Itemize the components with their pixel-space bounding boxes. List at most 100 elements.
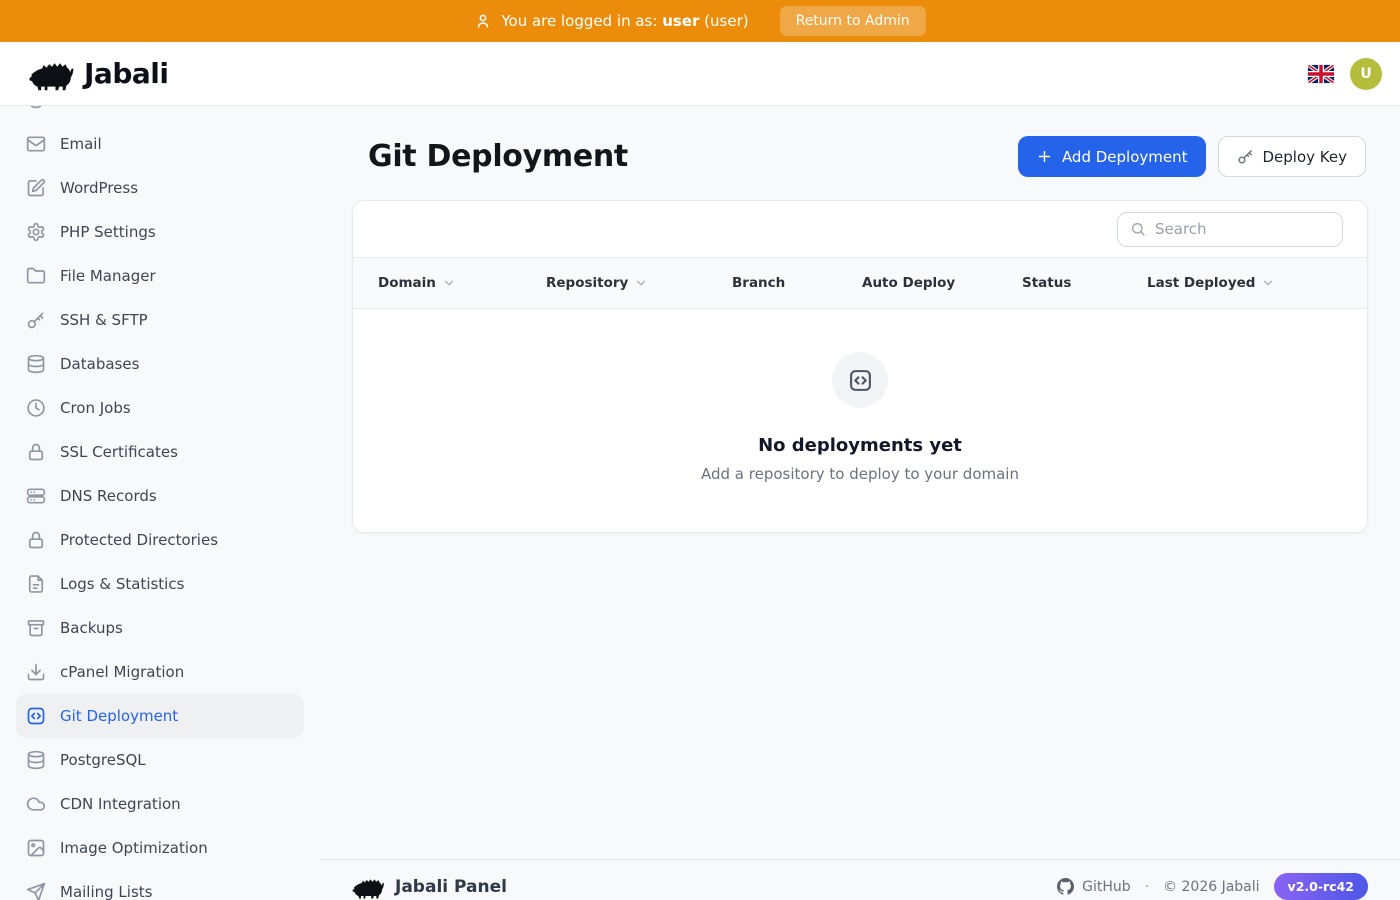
language-flag-uk-icon[interactable] — [1308, 65, 1334, 83]
return-to-admin-button[interactable]: Return to Admin — [780, 6, 926, 36]
search-icon — [1130, 221, 1146, 237]
image-icon — [26, 838, 46, 858]
server-icon — [26, 486, 46, 506]
sidebar-item-mailing-lists[interactable]: Mailing Lists — [16, 870, 304, 900]
login-role: (user) — [704, 12, 748, 30]
login-message: You are logged in as: user (user) — [501, 12, 748, 30]
chevron-down-icon — [442, 276, 456, 290]
sidebar-item-protected-directories[interactable]: Protected Directories — [16, 518, 304, 562]
brand-name: Jabali — [84, 57, 168, 90]
github-icon — [1057, 878, 1074, 895]
impersonation-banner: You are logged in as: user (user) Return… — [0, 0, 1400, 42]
sidebar-item-git-deployment[interactable]: Git Deployment — [16, 694, 304, 738]
sidebar-item-label: CDN Integration — [60, 795, 181, 813]
sidebar-item-databases[interactable]: Databases — [16, 342, 304, 386]
sidebar-item-label: Backups — [60, 619, 123, 637]
key-icon — [1237, 148, 1254, 165]
column-label: Repository — [546, 275, 628, 291]
clock-icon — [26, 398, 46, 418]
sidebar-item-image-optimization[interactable]: Image Optimization — [16, 826, 304, 870]
search-input[interactable] — [1155, 220, 1330, 238]
sidebar-item-cdn-integration[interactable]: CDN Integration — [16, 782, 304, 826]
key-icon — [26, 310, 46, 330]
column-label: Domain — [378, 275, 436, 291]
sidebar-item-email[interactable]: Email — [16, 122, 304, 166]
sidebar-item-cron-jobs[interactable]: Cron Jobs — [16, 386, 304, 430]
sidebar-item-hidden[interactable] — [16, 106, 304, 122]
footer-brand: Jabali Panel — [352, 874, 507, 900]
page-title: Git Deployment — [368, 139, 628, 174]
brand-logo[interactable]: Jabali — [28, 56, 168, 92]
file-text-icon — [26, 574, 46, 594]
sidebar-item-php-settings[interactable]: PHP Settings — [16, 210, 304, 254]
sidebar-item-ssh-sftp[interactable]: SSH & SFTP — [16, 298, 304, 342]
sidebar-item-label: File Manager — [60, 267, 156, 285]
sidebar-item-label: Git Deployment — [60, 707, 178, 725]
sidebar-item-cpanel-migration[interactable]: cPanel Migration — [16, 650, 304, 694]
sidebar-item-label: WordPress — [60, 179, 138, 197]
version-badge: v2.0-rc42 — [1274, 873, 1368, 900]
sidebar-item-file-manager[interactable]: File Manager — [16, 254, 304, 298]
sidebar-item-postgresql[interactable]: PostgreSQL — [16, 738, 304, 782]
folder-icon — [26, 266, 46, 286]
empty-state-subtitle: Add a repository to deploy to your domai… — [701, 465, 1019, 483]
lock-icon — [26, 442, 46, 462]
gear-icon — [26, 222, 46, 242]
deploy-key-button[interactable]: Deploy Key — [1218, 136, 1367, 177]
main-content: Git Deployment Add Deployment Deploy Key — [320, 106, 1400, 900]
sidebar-item-label: Databases — [60, 355, 139, 373]
sidebar-item-label: Protected Directories — [60, 531, 218, 549]
download-icon — [26, 662, 46, 682]
sidebar-item-dns-records[interactable]: DNS Records — [16, 474, 304, 518]
add-deployment-button[interactable]: Add Deployment — [1018, 136, 1206, 177]
sidebar-item-label: PostgreSQL — [60, 751, 146, 769]
column-header-last-deployed[interactable]: Last Deployed — [1147, 275, 1275, 291]
database-icon — [26, 750, 46, 770]
boar-logo-icon — [352, 874, 384, 900]
footer-brand-name: Jabali Panel — [395, 877, 507, 897]
code-icon — [26, 706, 46, 726]
column-label: Last Deployed — [1147, 275, 1255, 291]
code-badge — [832, 352, 888, 408]
column-header-domain[interactable]: Domain — [378, 275, 546, 291]
column-header-status: Status — [1022, 275, 1147, 291]
sidebar-item-wordpress[interactable]: WordPress — [16, 166, 304, 210]
sidebar-item-ssl-certificates[interactable]: SSL Certificates — [16, 430, 304, 474]
column-header-repository[interactable]: Repository — [546, 275, 732, 291]
lock-icon — [26, 530, 46, 550]
sidebar-item-label: Logs & Statistics — [60, 575, 184, 593]
sidebar-item-label: SSL Certificates — [60, 443, 178, 461]
database-icon — [26, 354, 46, 374]
search-box — [1117, 212, 1343, 247]
archive-icon — [26, 618, 46, 638]
edit-icon — [26, 178, 46, 198]
user-icon — [474, 12, 492, 30]
chevron-down-icon — [1261, 276, 1275, 290]
column-header-auto-deploy: Auto Deploy — [862, 275, 1022, 291]
github-link[interactable]: GitHub — [1057, 878, 1131, 895]
sidebar-item-label: Cron Jobs — [60, 399, 131, 417]
sidebar-item-backups[interactable]: Backups — [16, 606, 304, 650]
sidebar-nav: Email WordPress PHP Settings File Manager SS… — [0, 106, 320, 900]
footer: Jabali Panel GitHub · © 2026 Jabali v2.0… — [320, 859, 1400, 900]
column-label: Auto Deploy — [862, 275, 955, 291]
boar-logo-icon — [28, 56, 74, 92]
sidebar-item-label: PHP Settings — [60, 223, 156, 241]
user-avatar[interactable]: U — [1350, 58, 1382, 90]
sidebar-item-label: Mailing Lists — [60, 883, 152, 900]
table-header-row: Domain Repository Branch Auto Deploy Status L… — [353, 257, 1367, 309]
partial-icon — [26, 106, 46, 110]
sidebar-item-label: cPanel Migration — [60, 663, 184, 681]
mail-icon — [26, 134, 46, 154]
send-icon — [26, 882, 46, 900]
cloud-icon — [26, 794, 46, 814]
chevron-down-icon — [634, 276, 648, 290]
sidebar-item-logs-statistics[interactable]: Logs & Statistics — [16, 562, 304, 606]
deployments-card: Domain Repository Branch Auto Deploy Status L… — [352, 200, 1368, 533]
login-username: user — [662, 12, 699, 30]
column-label: Status — [1022, 275, 1071, 291]
footer-separator: · — [1145, 879, 1149, 895]
sidebar-item-label: Image Optimization — [60, 839, 208, 857]
column-label: Branch — [732, 275, 785, 291]
plus-icon — [1036, 148, 1053, 165]
